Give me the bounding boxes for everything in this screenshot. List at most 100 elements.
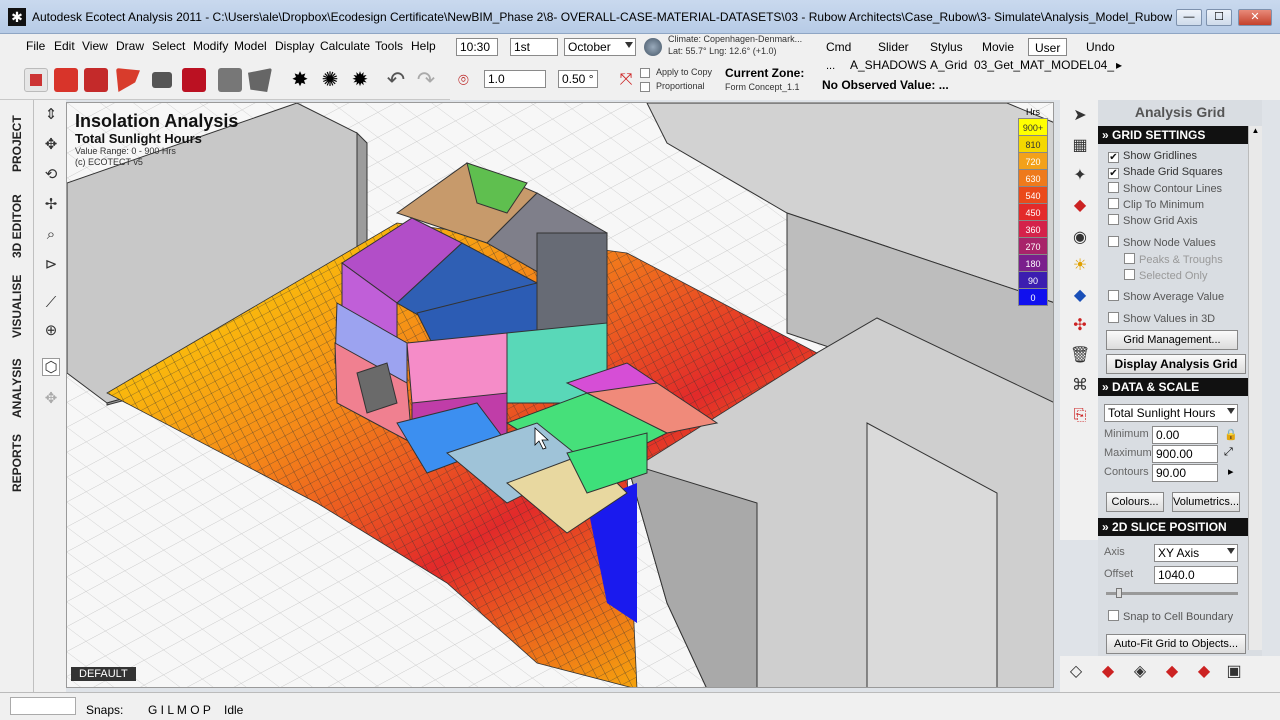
tab-user[interactable]: User	[1028, 38, 1068, 56]
3d-viewport[interactable]: Insolation Analysis Total Sunlight Hours…	[66, 102, 1054, 688]
option-clip-to-minimum[interactable]: Clip To Minimum	[1108, 198, 1204, 211]
checkbox[interactable]	[1108, 198, 1119, 209]
apply-to-copy-checkbox[interactable]	[640, 68, 650, 78]
view-name-tag[interactable]: DEFAULT	[71, 667, 136, 681]
block-icon[interactable]	[84, 68, 108, 92]
option-selected-only[interactable]: Selected Only	[1124, 269, 1207, 282]
tab-cmd[interactable]: Cmd	[820, 38, 857, 56]
pointer-icon[interactable]: ➤	[1070, 106, 1090, 126]
contours-field[interactable]: 90.00	[1152, 464, 1218, 482]
tab-visualise[interactable]: VISUALISE	[10, 275, 24, 338]
option-shade-grid-squares[interactable]: ✔ Shade Grid Squares	[1108, 166, 1223, 179]
day-field[interactable]: 1st	[510, 38, 558, 56]
current-zone-value[interactable]: Form Concept_1.1	[725, 82, 800, 92]
volumetrics-button[interactable]: Volumetrics...	[1172, 492, 1240, 512]
roof-icon[interactable]	[248, 68, 272, 92]
menu-tools[interactable]: Tools	[375, 39, 403, 53]
redo-arc-icon[interactable]: ↷	[414, 68, 438, 92]
tab-stylus[interactable]: Stylus	[924, 38, 969, 56]
light-icon[interactable]: ✸	[288, 68, 312, 92]
pan-icon[interactable]: ✢	[42, 196, 60, 214]
shortcut-get-mat-model[interactable]: 03_Get_MAT_MODEL	[974, 58, 1094, 72]
wireframe-icon[interactable]: ◈	[1130, 662, 1150, 682]
tree-icon[interactable]: ⌘	[1070, 376, 1090, 396]
camera-icon[interactable]: ▣	[1224, 662, 1244, 682]
crosshair-icon[interactable]: ⊕	[42, 322, 60, 340]
display-analysis-grid-button[interactable]: Display Analysis Grid	[1106, 354, 1246, 374]
menu-calculate[interactable]: Calculate	[320, 39, 370, 53]
arrow-right-icon[interactable]: ▸	[1228, 465, 1234, 478]
option-show-node-values[interactable]: Show Node Values	[1108, 236, 1216, 249]
axis-select[interactable]: XY Axis	[1154, 544, 1238, 562]
colours-button[interactable]: Colours...	[1106, 492, 1164, 512]
object-icon[interactable]	[182, 68, 206, 92]
option-show-gridlines[interactable]: ✔ Show Gridlines	[1108, 150, 1197, 163]
close-button[interactable]: ✕	[1238, 9, 1272, 26]
trash-icon[interactable]: 🗑	[1070, 346, 1090, 366]
option-show-values-3d[interactable]: Show Values in 3D	[1108, 312, 1215, 325]
checkbox[interactable]	[1124, 253, 1135, 264]
shortcut-more[interactable]: ...	[826, 60, 835, 72]
offset-slider-handle[interactable]	[1116, 588, 1122, 598]
expand-icon[interactable]: ⤢	[1224, 446, 1233, 459]
minimum-field[interactable]: 0.00	[1152, 426, 1218, 444]
angle-field[interactable]: 0.50 °	[558, 70, 598, 88]
shortcut-04[interactable]: 04_	[1094, 58, 1114, 72]
scale-field[interactable]: 1.0	[484, 70, 546, 88]
time-field[interactable]: 10:30	[456, 38, 498, 56]
menu-edit[interactable]: Edit	[54, 39, 75, 53]
panel-scrollbar[interactable]: ▲	[1248, 126, 1262, 650]
checkbox[interactable]	[1108, 214, 1119, 225]
tab-reports[interactable]: REPORTS	[10, 434, 24, 492]
option-show-contour-lines[interactable]: Show Contour Lines	[1108, 182, 1222, 195]
menu-select[interactable]: Select	[152, 39, 185, 53]
checkbox[interactable]	[1124, 269, 1135, 280]
cube-icon[interactable]: ⬡	[42, 358, 60, 376]
materials-icon[interactable]: ◆	[1070, 196, 1090, 216]
checkbox[interactable]	[1108, 312, 1119, 323]
maximize-button[interactable]: ☐	[1206, 9, 1232, 26]
month-select[interactable]: October	[564, 38, 636, 56]
zone-icon[interactable]	[54, 68, 78, 92]
magnet-icon[interactable]: ⌾	[458, 70, 480, 90]
shortcut-scroll-right-icon[interactable]: ▸	[1116, 58, 1122, 72]
checkbox[interactable]: ✔	[1108, 168, 1119, 179]
nodes-icon[interactable]: ✣	[1070, 316, 1090, 336]
option-show-average-value[interactable]: Show Average Value	[1108, 290, 1224, 303]
grid-settings-header[interactable]: » GRID SETTINGS	[1098, 126, 1248, 144]
tab-undo[interactable]: Undo	[1080, 38, 1121, 56]
menu-help[interactable]: Help	[411, 39, 436, 53]
undo-arc-icon[interactable]: ↶	[384, 68, 408, 92]
tab-movie[interactable]: Movie	[976, 38, 1020, 56]
zoom-extents-icon[interactable]: ⊳	[42, 256, 60, 274]
tab-3d-editor[interactable]: 3D EDITOR	[10, 194, 24, 258]
export-icon[interactable]: ⎘	[1070, 406, 1090, 426]
slice-header[interactable]: » 2D SLICE POSITION	[1098, 518, 1248, 536]
checkbox[interactable]: ✔	[1108, 152, 1119, 163]
new-model-icon[interactable]	[24, 68, 48, 92]
surface-icon[interactable]	[218, 68, 242, 92]
shading-icon[interactable]: ◇	[1066, 662, 1086, 682]
flag-icon[interactable]	[116, 68, 140, 92]
minimize-button[interactable]: —	[1176, 9, 1202, 26]
checkbox[interactable]	[1108, 610, 1119, 621]
zones-icon[interactable]: ✦	[1070, 166, 1090, 186]
option-show-grid-axis[interactable]: Show Grid Axis	[1108, 214, 1198, 227]
maximum-field[interactable]: 900.00	[1152, 445, 1218, 463]
shortcut-a-grid[interactable]: A_Grid	[930, 58, 967, 72]
sun-icon[interactable]: ☀	[1070, 256, 1090, 276]
tab-analysis[interactable]: ANALYSIS	[10, 358, 24, 418]
zoom-icon[interactable]: ⌕	[42, 226, 60, 244]
checkbox[interactable]	[1108, 236, 1119, 247]
ecotect-star-icon[interactable]: ✱	[8, 8, 26, 26]
analysis-grid-icon[interactable]: ◆	[1070, 286, 1090, 306]
metric-select[interactable]: Total Sunlight Hours	[1104, 404, 1238, 422]
window-icon[interactable]	[152, 72, 172, 88]
option-snap-to-cell[interactable]: Snap to Cell Boundary	[1108, 610, 1233, 623]
layers-icon[interactable]: ▦	[1070, 136, 1090, 156]
measure-icon[interactable]: ⟋	[42, 294, 60, 312]
autofit-grid-button[interactable]: Auto-Fit Grid to Objects...	[1106, 634, 1246, 654]
move-icon[interactable]: ✥	[42, 136, 60, 154]
checkbox[interactable]	[1108, 182, 1119, 193]
speaker-icon[interactable]: ✹	[348, 68, 372, 92]
